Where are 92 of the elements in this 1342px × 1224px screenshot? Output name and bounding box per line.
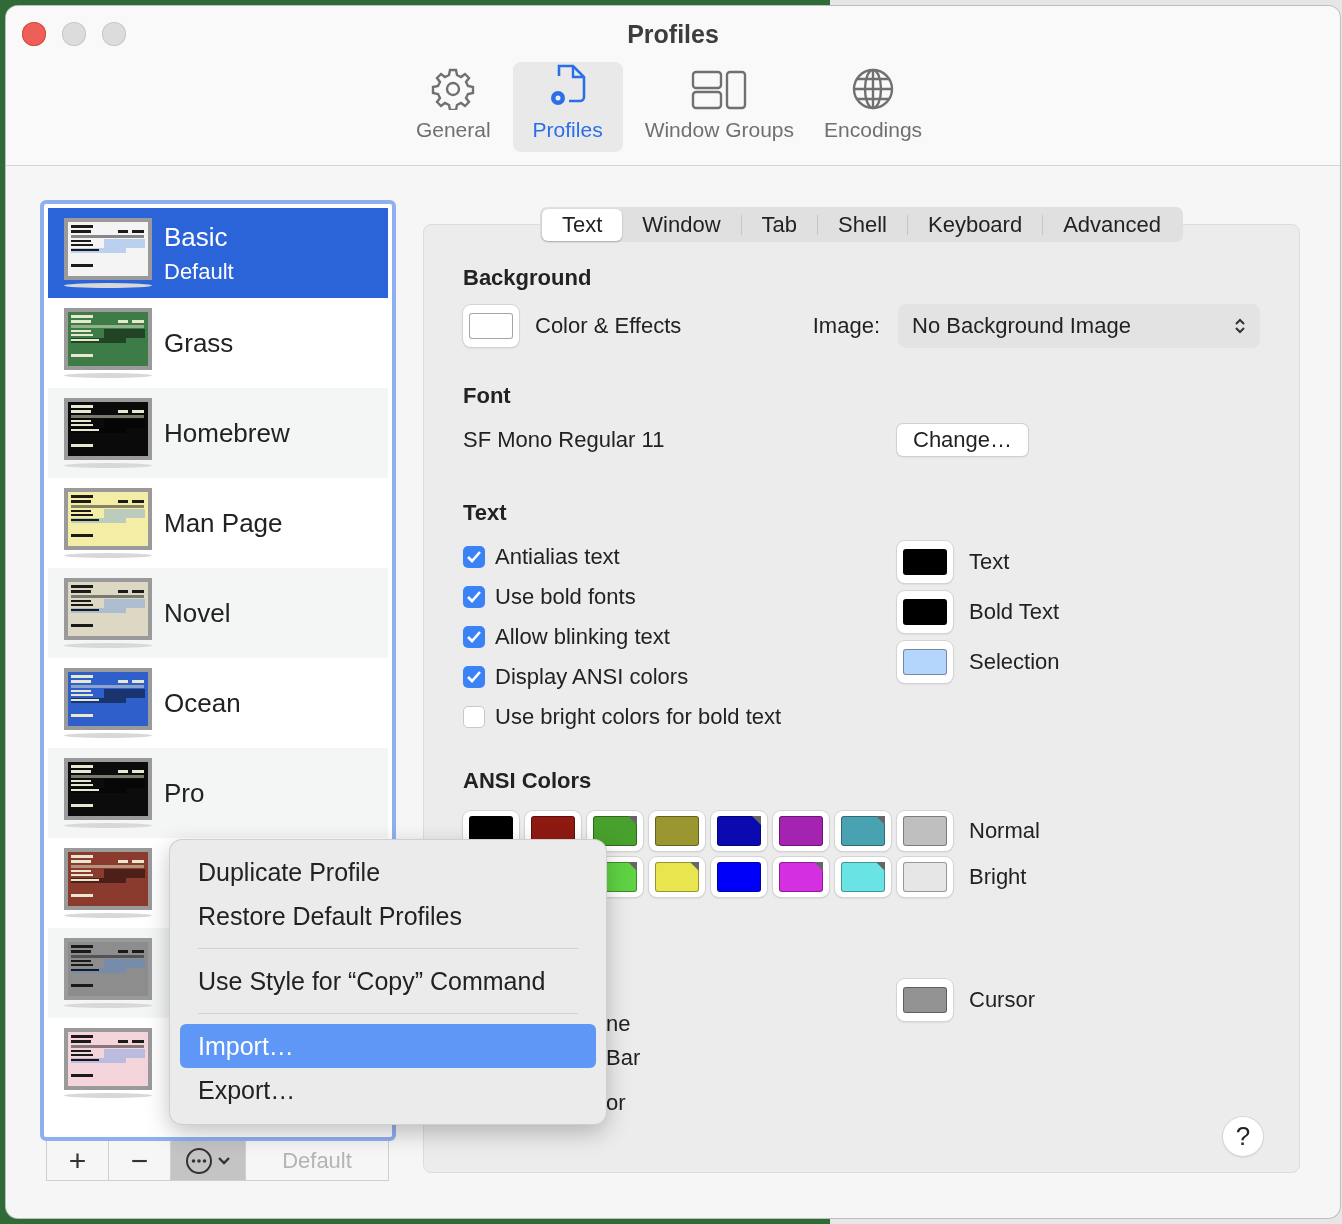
add-button[interactable]: +: [47, 1141, 109, 1180]
tab[interactable]: Keyboard: [908, 208, 1043, 241]
help-button[interactable]: ?: [1223, 1117, 1263, 1156]
ellipsis-circle-icon: [185, 1146, 213, 1175]
color-well[interactable]: [649, 811, 705, 852]
color-well[interactable]: [897, 591, 953, 634]
color-label: Cursor: [969, 987, 1035, 1014]
profile-subtitle: Default: [164, 258, 234, 285]
tab[interactable]: Tab: [741, 208, 818, 241]
change-button[interactable]: Change…: [897, 423, 1029, 456]
profile-name: Grass: [164, 327, 234, 359]
profile-row[interactable]: Basic Default: [48, 208, 388, 298]
color-row-label: Normal: [969, 818, 1040, 845]
color-label: Bold Text: [969, 599, 1060, 626]
color-well[interactable]: [711, 811, 767, 852]
section-heading: Font: [463, 382, 512, 410]
color-row-label: Bright: [969, 864, 1027, 891]
image-label: Image:: [812, 313, 880, 339]
profile-row[interactable]: Pro: [48, 748, 388, 838]
checkbox-label: Antialias text: [495, 544, 620, 571]
checkmark-icon: [466, 550, 482, 565]
color-well[interactable]: [773, 811, 829, 852]
profile-row[interactable]: Novel: [48, 568, 388, 658]
windows-icon: [691, 70, 748, 110]
toolbar-tab[interactable]: Profiles: [512, 62, 623, 152]
menu-item[interactable]: Restore Default Profiles: [180, 894, 596, 938]
checkbox[interactable]: [463, 546, 485, 569]
checkbox-label: Display ANSI colors: [495, 664, 689, 691]
toolbar-tab[interactable]: General: [407, 62, 499, 152]
option-label: ne: [606, 1010, 632, 1039]
checkbox-label: Use bright colors for bold text: [495, 704, 782, 731]
checkbox-label: Allow blinking text: [495, 624, 670, 651]
menu-item[interactable]: Duplicate Profile: [180, 850, 596, 894]
chevron-down-icon: [217, 1155, 231, 1166]
color-well[interactable]: [897, 811, 953, 852]
tab[interactable]: Shell: [818, 208, 907, 241]
checkbox[interactable]: [463, 626, 485, 649]
color-well[interactable]: [897, 541, 953, 584]
checkbox[interactable]: [463, 586, 485, 609]
profile-name: Homebrew: [164, 417, 290, 449]
actions-button[interactable]: [171, 1141, 246, 1180]
color-well[interactable]: [463, 305, 519, 347]
color-well[interactable]: [897, 979, 953, 1022]
toolbar-tab[interactable]: Window Groups: [636, 62, 802, 152]
option-label: or: [606, 1089, 627, 1118]
section-heading: ANSI Colors: [463, 767, 593, 796]
toolbar-tab[interactable]: Encodings: [816, 62, 931, 152]
checkbox[interactable]: [463, 666, 485, 689]
profile-row[interactable]: Homebrew: [48, 388, 388, 478]
image-popup[interactable]: No Background Image: [898, 304, 1260, 348]
window-title: Profiles: [626, 19, 720, 49]
corner-flag-icon: [752, 816, 761, 826]
corner-flag-icon: [876, 862, 885, 872]
profile-name: Man Page: [164, 507, 283, 539]
section-heading: Text: [463, 499, 508, 528]
color-well[interactable]: [897, 857, 953, 898]
corner-flag-icon: [814, 862, 823, 872]
profile-name: Basic: [164, 221, 229, 253]
corner-flag-icon: [690, 862, 699, 872]
color-well[interactable]: [897, 641, 953, 684]
checkmark-icon: [466, 670, 482, 685]
close-button[interactable]: [22, 22, 46, 46]
color-well[interactable]: [835, 857, 891, 898]
globe-icon: [852, 68, 895, 110]
color-well[interactable]: [587, 811, 643, 852]
color-well[interactable]: [773, 857, 829, 898]
tab[interactable]: Window: [622, 208, 741, 241]
corner-flag-icon: [628, 816, 637, 826]
color-well[interactable]: [649, 857, 705, 898]
menu-item[interactable]: Use Style for “Copy” Command: [180, 959, 596, 1003]
menu-item[interactable]: Export…: [180, 1068, 596, 1112]
profile-name: Ocean: [164, 687, 241, 719]
option-label: Bar: [606, 1044, 642, 1073]
profile-name: Novel: [164, 597, 231, 629]
color-well[interactable]: [711, 857, 767, 898]
color-label: Selection: [969, 649, 1060, 676]
tab[interactable]: Advanced: [1043, 208, 1182, 241]
section-heading: Background: [463, 264, 593, 292]
corner-flag-icon: [628, 862, 637, 872]
tab[interactable]: Text: [541, 208, 623, 241]
chevrons-icon: [1234, 317, 1246, 335]
color-effects-label: Color & Effects: [535, 313, 682, 339]
gear-icon: [431, 68, 476, 110]
corner-flag-icon: [876, 816, 885, 826]
color-label: Text: [969, 549, 1010, 576]
checkbox-label: Use bold fonts: [495, 584, 636, 611]
checkmark-icon: [466, 630, 482, 645]
font-value: SF Mono Regular 11: [463, 426, 666, 453]
checkbox[interactable]: [463, 706, 485, 729]
color-well[interactable]: [835, 811, 891, 852]
profile-name: Pro: [164, 777, 205, 809]
checkmark-icon: [466, 590, 482, 605]
